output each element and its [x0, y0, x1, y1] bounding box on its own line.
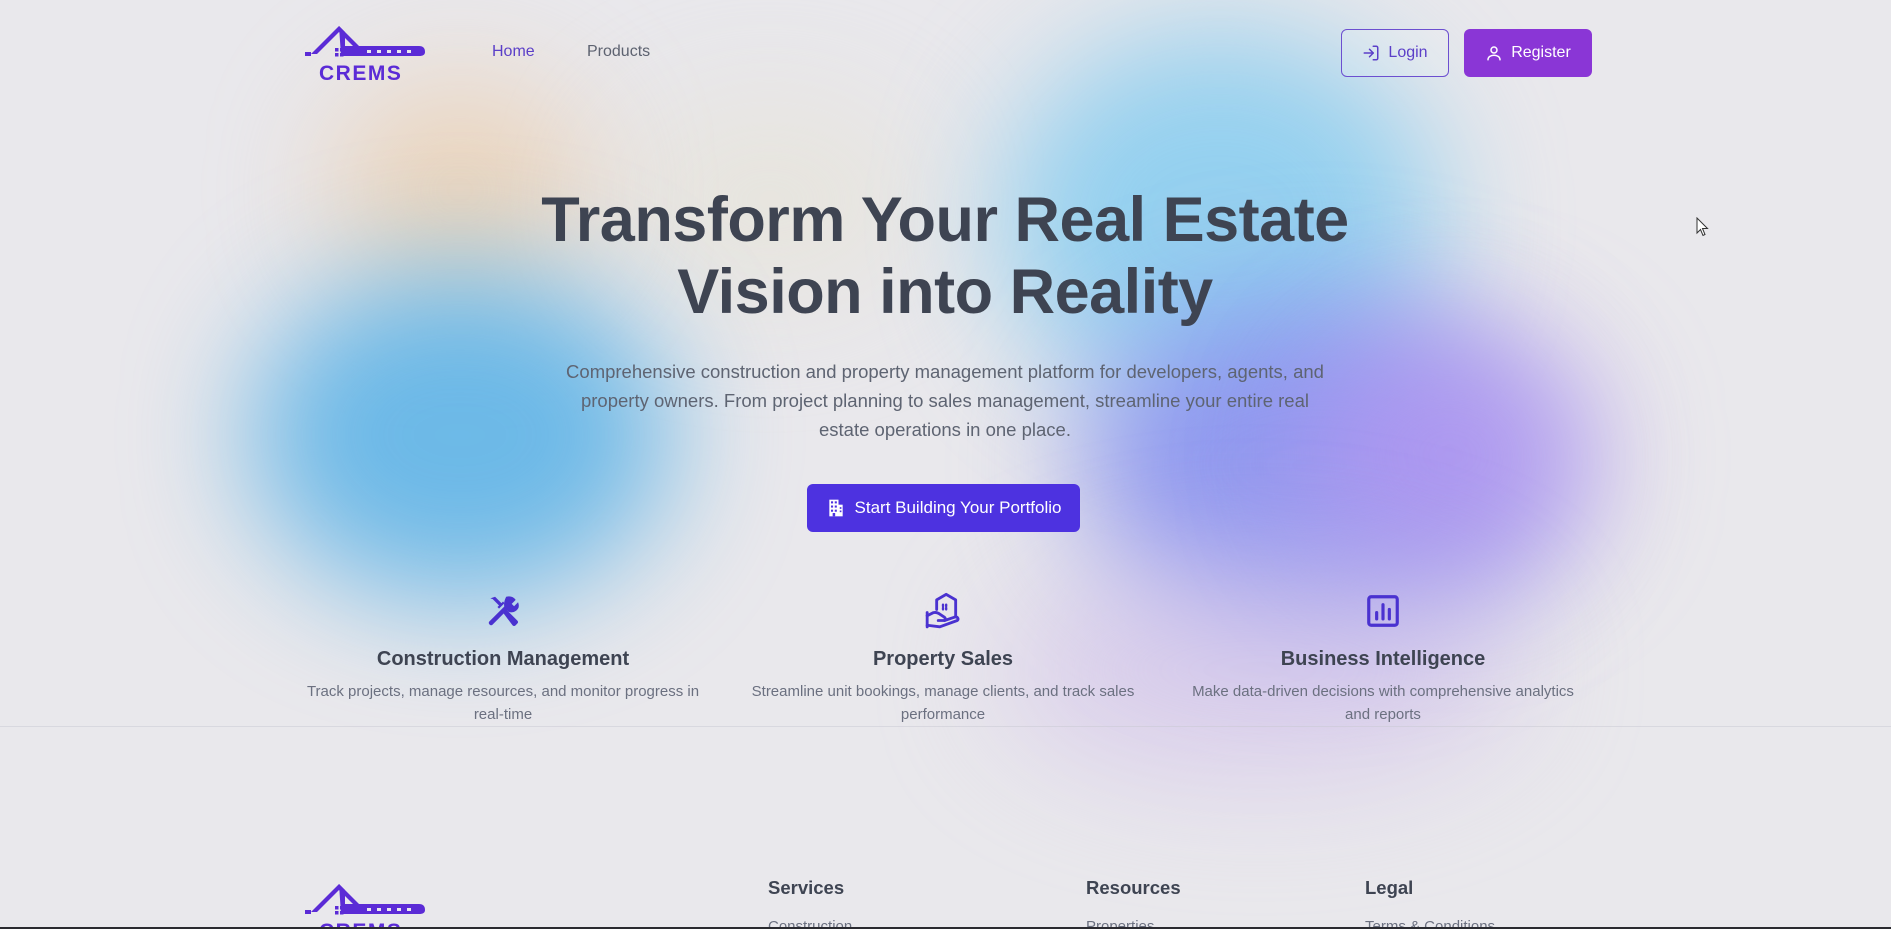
- tools-icon: [488, 596, 519, 627]
- login-icon: [1363, 45, 1379, 61]
- user-icon: [1487, 46, 1501, 61]
- footer-heading-legal: Legal: [1365, 877, 1414, 898]
- logo-wordmark: CREMS: [319, 62, 402, 84]
- feature-construction: Construction Management Track projects, …: [293, 592, 713, 726]
- feature-title: Property Sales: [872, 648, 1014, 670]
- feature-title: Construction Management: [376, 648, 630, 670]
- footer-heading-resources: Resources: [1086, 877, 1181, 898]
- hero-title-line1: Transform Your Real Estate: [541, 185, 1349, 255]
- feature-description: Make data-driven decisions with comprehe…: [1192, 683, 1574, 723]
- start-portfolio-button[interactable]: Start Building Your Portfolio: [807, 484, 1080, 532]
- building-icon: [828, 499, 843, 517]
- register-label: Register: [1511, 44, 1571, 61]
- footer-heading-services: Services: [768, 877, 845, 898]
- login-label: Login: [1388, 44, 1428, 61]
- register-button[interactable]: Register: [1464, 29, 1592, 77]
- background: [0, 0, 1891, 929]
- start-portfolio-label: Start Building Your Portfolio: [854, 498, 1062, 517]
- feature-property-sales: Property Sales Streamline unit bookings,…: [733, 592, 1153, 726]
- hero-title-line2: Vision into Reality: [677, 257, 1213, 327]
- login-button[interactable]: Login: [1341, 29, 1449, 77]
- mouse-cursor-icon: [1696, 217, 1709, 237]
- feature-title: Business Intelligence: [1280, 648, 1486, 670]
- feature-description: Track projects, manage resources, and mo…: [306, 683, 700, 723]
- feature-business-intelligence: Business Intelligence Make data-driven d…: [1173, 592, 1593, 726]
- hero-title: Transform Your Real Estate Vision into R…: [445, 184, 1445, 328]
- bar-chart-icon: [1367, 595, 1399, 627]
- hero-subtitle: Comprehensive construction and property …: [566, 361, 1324, 440]
- footer-logo[interactable]: CREMS: [301, 880, 425, 929]
- nav-home[interactable]: Home: [492, 43, 535, 61]
- crems-logo[interactable]: CREMS: [301, 22, 425, 84]
- house-hand-icon: [925, 592, 960, 629]
- feature-description: Streamline unit bookings, manage clients…: [751, 683, 1135, 723]
- nav-products[interactable]: Products: [587, 43, 650, 61]
- section-divider: [0, 726, 1891, 727]
